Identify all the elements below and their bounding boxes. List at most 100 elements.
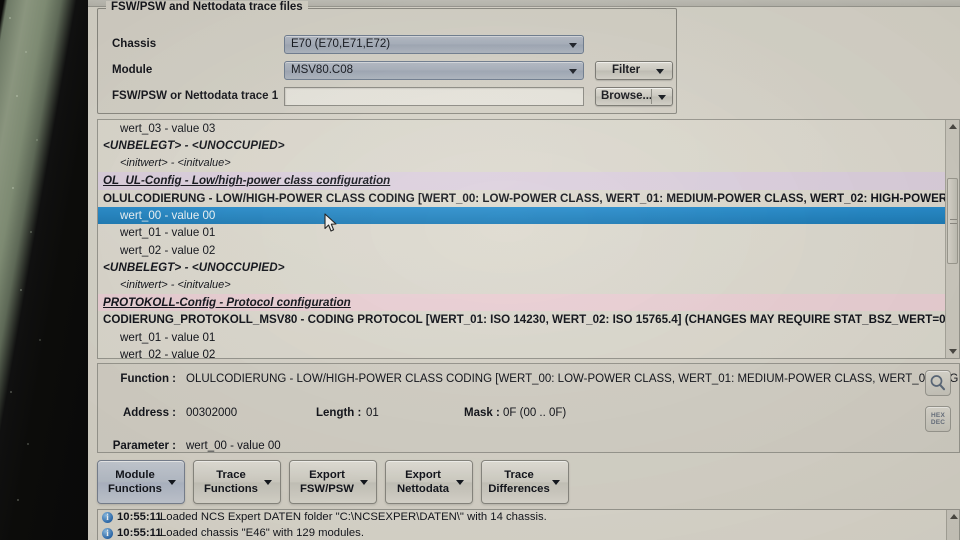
- chevron-down-icon[interactable]: [552, 480, 560, 485]
- scroll-up-arrow-icon[interactable]: [949, 124, 957, 129]
- address-value: 00302000: [186, 406, 238, 419]
- search-button[interactable]: [925, 370, 951, 396]
- status-log[interactable]: 10:55:11Loaded NCS Expert DATEN folder "…: [97, 509, 960, 540]
- list-item[interactable]: wert_01 - value 01: [98, 329, 959, 346]
- mouse-cursor: [324, 213, 337, 232]
- list-item[interactable]: OLULCODIERUNG - LOW/HIGH-POWER CLASS COD…: [98, 190, 959, 207]
- mask-value: 0F (00 .. 0F): [503, 406, 567, 419]
- form-row-module: Module MSV80.C08 Filter: [98, 61, 678, 83]
- log-timestamp: 10:55:11: [117, 526, 162, 539]
- magnifier-icon: [930, 375, 946, 391]
- scroll-down-arrow-icon[interactable]: [949, 349, 957, 354]
- bottom-toolbar: Module Functions Trace Functions Export FSW/P…: [97, 460, 960, 506]
- list-item[interactable]: wert_02 - value 02: [98, 242, 959, 259]
- toolbar-button-export-nettodata[interactable]: Export Nettodata: [385, 460, 473, 504]
- toolbar-button-line1: Module: [115, 469, 155, 481]
- list-item[interactable]: wert_02 - value 02: [98, 346, 959, 358]
- scrollbar-thumb[interactable]: [947, 178, 958, 264]
- list-item-selected[interactable]: wert_00 - value 00: [98, 206, 959, 225]
- toolbar-button-trace-differences[interactable]: Trace Differences: [481, 460, 569, 504]
- status-log-rows: 10:55:11Loaded NCS Expert DATEN folder "…: [98, 510, 959, 540]
- chevron-down-icon[interactable]: [264, 480, 272, 485]
- status-log-entry: 10:55:11Loaded chassis "E46" with 129 mo…: [98, 526, 959, 540]
- coding-function-list[interactable]: wert_03 - value 03 <UNBELEGT> - <UNOCCUPI…: [97, 119, 960, 359]
- log-vertical-scrollbar[interactable]: [946, 510, 959, 540]
- function-details-panel: Function : OLULCODIERUNG - LOW/HIGH-POWE…: [97, 363, 960, 453]
- chevron-down-icon[interactable]: [569, 43, 577, 48]
- address-label: Address :: [122, 406, 176, 419]
- list-item[interactable]: <UNBELEGT> - <UNOCCUPIED>: [98, 137, 959, 154]
- browse-button[interactable]: Browse...: [595, 87, 673, 106]
- list-item[interactable]: <initwert> - <initvalue>: [98, 155, 959, 172]
- toolbar-button-trace-functions[interactable]: Trace Functions: [193, 460, 281, 504]
- list-item-label: wert_03 - value 03: [120, 122, 216, 135]
- status-log-entry: 10:55:11Loaded NCS Expert DATEN folder "…: [98, 510, 959, 526]
- chevron-down-icon[interactable]: [569, 69, 577, 74]
- form-row-trace: FSW/PSW or Nettodata trace 1 Browse...: [98, 87, 678, 109]
- scrollbar-grip: [950, 219, 957, 224]
- list-item-label: <initwert> - <initvalue>: [120, 278, 231, 291]
- groupbox-title: FSW/PSW and Nettodata trace files: [106, 1, 308, 13]
- list-item-label: <initwert> - <initvalue>: [120, 156, 231, 169]
- length-value: 01: [366, 406, 379, 419]
- module-combobox[interactable]: MSV80.C08: [284, 61, 584, 80]
- list-vertical-scrollbar[interactable]: [945, 120, 959, 358]
- function-value: OLULCODIERUNG - LOW/HIGH-POWER CLASS COD…: [186, 373, 959, 385]
- toolbar-button-line2: Nettodata: [396, 483, 450, 495]
- log-message: Loaded chassis "E46" with 129 modules.: [160, 526, 364, 539]
- chassis-label: Chassis: [112, 38, 157, 50]
- list-item[interactable]: wert_01 - value 01: [98, 224, 959, 241]
- list-item[interactable]: wert_03 - value 03: [98, 120, 959, 137]
- list-item-label: wert_01 - value 01: [120, 226, 216, 240]
- details-row-function: Function : OLULCODIERUNG - LOW/HIGH-POWE…: [98, 371, 959, 388]
- chevron-down-icon[interactable]: [168, 480, 176, 485]
- form-row-chassis: Chassis E70 (E70,E71,E72): [98, 35, 678, 57]
- chassis-value: E70 (E70,E71,E72): [291, 38, 391, 50]
- toolbar-button-line2: Functions: [108, 483, 162, 495]
- toolbar-button-line1: Trace: [504, 469, 534, 481]
- list-item[interactable]: <initwert> - <initvalue>: [98, 277, 959, 294]
- chevron-down-icon[interactable]: [456, 480, 464, 485]
- toolbar-button-module-functions[interactable]: Module Functions: [97, 460, 185, 504]
- trace-file-input[interactable]: [284, 87, 584, 106]
- list-item[interactable]: PROTOKOLL-Config - Protocol configuratio…: [98, 293, 959, 312]
- filter-button[interactable]: Filter: [595, 61, 673, 80]
- module-value: MSV80.C08: [291, 64, 354, 76]
- desk-texture: [4, 0, 48, 540]
- trace-files-groupbox: FSW/PSW and Nettodata trace files Chassi…: [97, 1, 678, 114]
- info-icon: [102, 526, 113, 540]
- list-item-label: PROTOKOLL-Config - Protocol configuratio…: [103, 295, 351, 309]
- chevron-down-icon[interactable]: [656, 69, 664, 74]
- list-item-label: <UNBELEGT> - <UNOCCUPIED>: [103, 139, 285, 153]
- function-label: Function :: [120, 373, 176, 385]
- browse-button-label: Browse...: [601, 90, 653, 102]
- list-rows-container: wert_03 - value 03 <UNBELEGT> - <UNOCCUPI…: [98, 120, 959, 358]
- list-item[interactable]: CODIERUNG_PROTOKOLL_MSV80 - CODING PROTO…: [98, 311, 959, 328]
- log-timestamp: 10:55:11: [117, 511, 162, 523]
- list-item-label: OL_UL-Config - Low/high-power class conf…: [103, 174, 391, 188]
- scroll-up-arrow-icon[interactable]: [950, 514, 958, 519]
- filter-button-label: Filter: [612, 64, 641, 76]
- parameter-value: wert_00 - value 00: [186, 440, 281, 452]
- length-label: Length :: [316, 406, 362, 419]
- parameter-label: Parameter :: [112, 440, 176, 452]
- desk-background: [0, 0, 96, 540]
- list-item-label: wert_01 - value 01: [120, 330, 216, 344]
- toolbar-button-line1: Export: [309, 469, 345, 481]
- list-item[interactable]: <UNBELEGT> - <UNOCCUPIED>: [98, 259, 959, 276]
- hex-dec-toggle-button[interactable]: HEX DEC: [925, 406, 951, 432]
- list-item-label: OLULCODIERUNG - LOW/HIGH-POWER CLASS COD…: [103, 191, 959, 205]
- toolbar-button-line1: Export: [405, 469, 441, 481]
- list-item-label: <UNBELEGT> - <UNOCCUPIED>: [103, 261, 285, 275]
- chassis-combobox[interactable]: E70 (E70,E71,E72): [284, 35, 584, 54]
- details-row-parameter: Parameter : wert_00 - value 00: [98, 438, 959, 452]
- info-icon: [102, 510, 113, 526]
- list-item-label: wert_00 - value 00: [120, 208, 216, 222]
- chevron-down-icon[interactable]: [658, 95, 666, 100]
- module-label: Module: [112, 64, 153, 76]
- details-row-address: Address : 00302000 Length : 01 Mask : 0F…: [98, 405, 959, 422]
- toolbar-button-line1: Trace: [216, 469, 246, 481]
- toolbar-button-export-fswpsw[interactable]: Export FSW/PSW: [289, 460, 377, 504]
- chevron-down-icon[interactable]: [360, 480, 368, 485]
- list-item[interactable]: OL_UL-Config - Low/high-power class conf…: [98, 172, 959, 190]
